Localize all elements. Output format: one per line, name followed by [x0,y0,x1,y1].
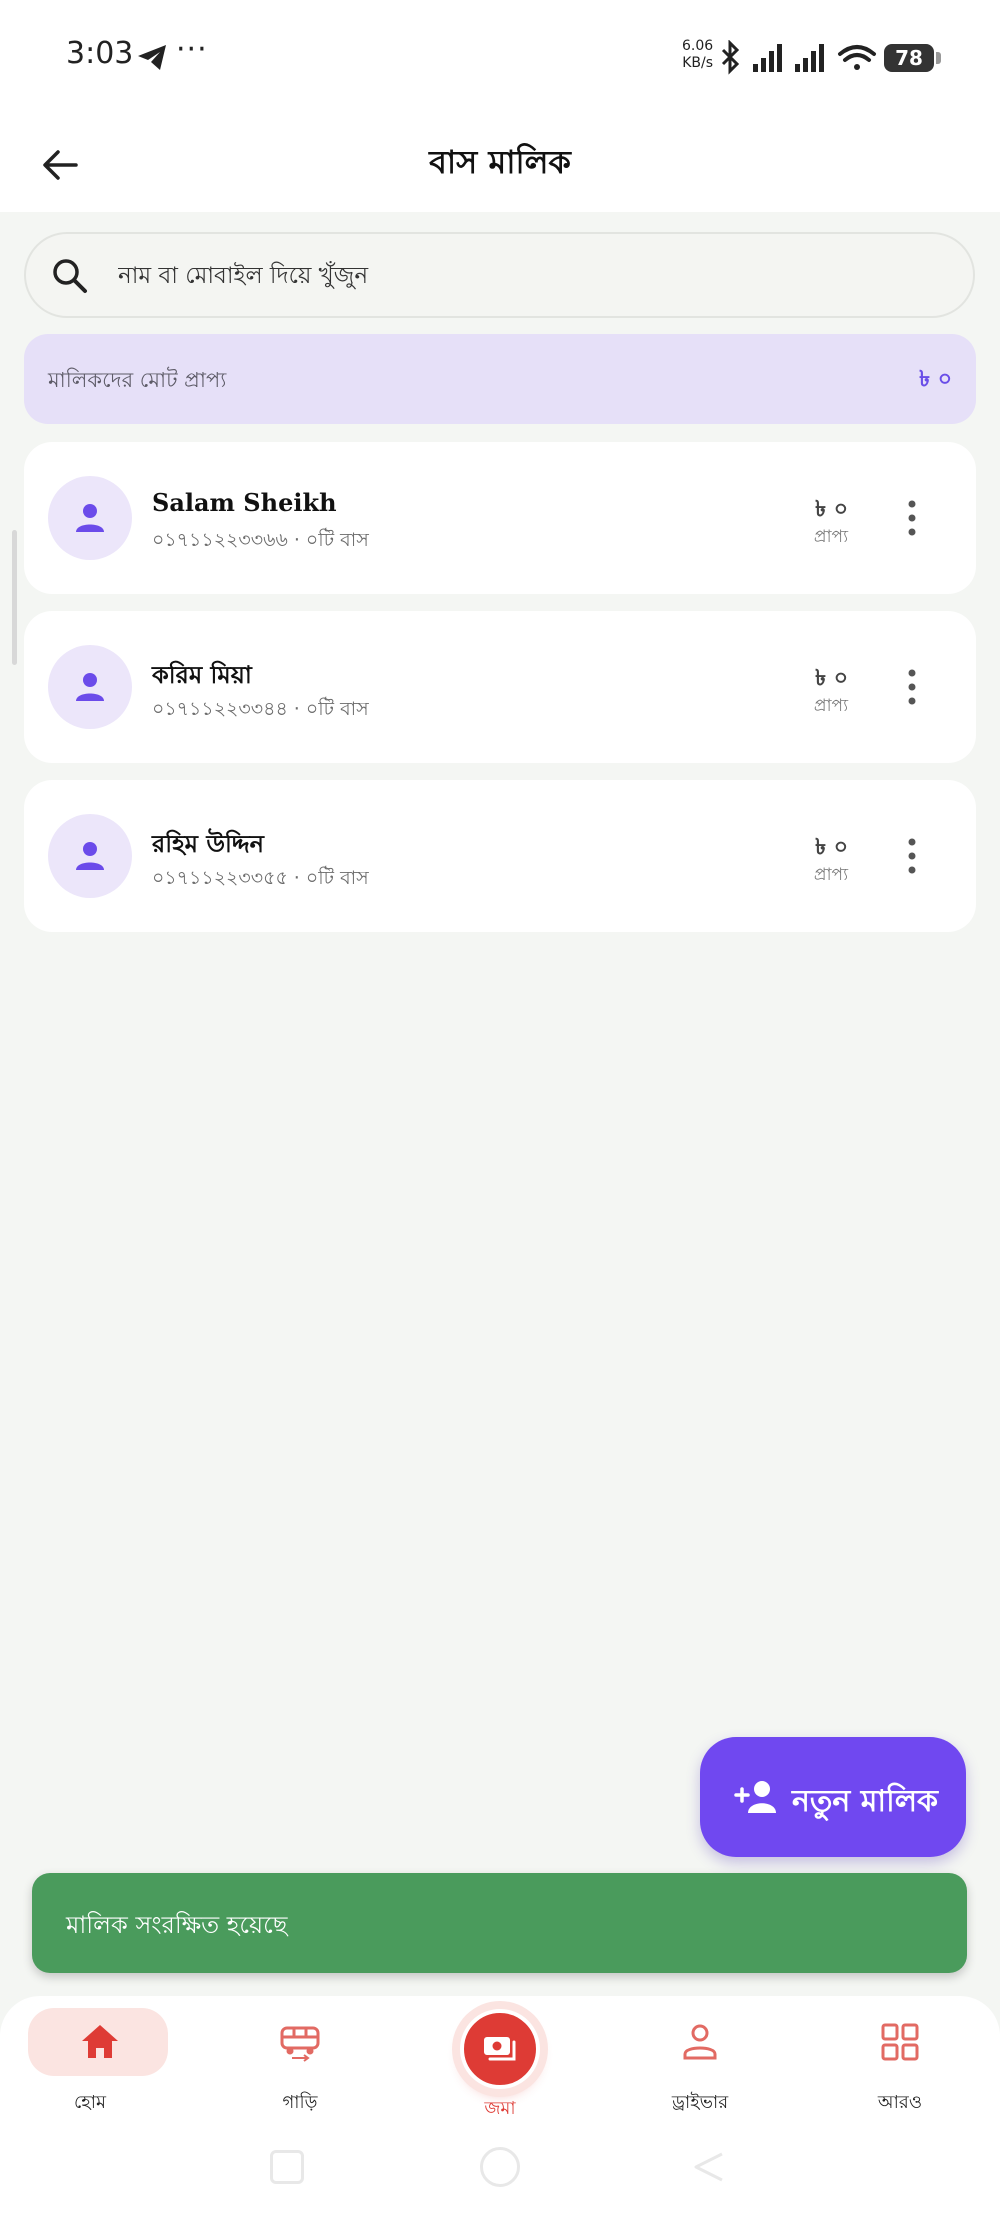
snackbar-message: মালিক সংরক্ষিত হয়েছে [66,1911,288,1939]
bottom-navigation: হোম গাড়ি জমা ড্রাইভার আরও [0,1996,1000,2120]
owner-amount-label: প্রাপ্য [813,865,848,885]
status-time: 3:03 [66,36,134,71]
deposit-button[interactable] [460,2009,540,2089]
owner-card[interactable]: করিম মিয়া ০১৭১১২২৩৩৪৪ · ০টি বাস ৳ ০ প্র… [24,611,976,763]
person-outline-icon [683,2024,717,2060]
grid-icon [881,2023,919,2061]
person-add-icon [734,1781,776,1813]
more-vert-icon[interactable] [902,667,922,707]
nav-label-driver: ড্রাইভার [671,2092,729,2113]
person-icon [76,842,104,870]
nav-label-home: হোম [74,2092,106,2113]
owner-amount-label: প্রাপ্য [813,696,848,716]
net-speed: 6.06 KB/s [682,38,714,71]
bus-icon [280,2026,320,2062]
system-back-icon[interactable] [692,2150,726,2184]
wifi-icon [838,45,876,70]
owner-card[interactable]: Salam Sheikh ০১৭১১২২৩৩৬৬ · ০টি বাস ৳ ০ প… [24,442,976,594]
payments-icon [484,2037,516,2061]
bluetooth-icon [721,40,740,75]
search-input[interactable] [118,252,918,300]
summary-value: ৳ ০ [919,367,952,392]
nav-label-more: আরও [877,2092,923,2113]
person-icon [76,504,104,532]
scrollbar[interactable] [12,530,17,665]
owner-amount-label: প্রাপ্য [813,527,848,547]
search-bar[interactable] [24,232,975,318]
home-circle-icon[interactable] [480,2147,520,2187]
person-icon [76,673,104,701]
owner-meta: ০১৭১১২২৩৩৫৫ · ০টি বাস [152,867,369,889]
status-bar: 3:03 ··· 6.06 KB/s 78 [0,0,1000,115]
owner-name: করিম মিয়া [152,660,252,689]
avatar [48,645,132,729]
owner-meta: ০১৭১১২২৩৩৪৪ · ০টি বাস [152,698,369,720]
add-owner-button[interactable]: নতুন মালিক [700,1737,966,1857]
total-due-summary: মালিকদের মোট প্রাপ্য ৳ ০ [24,334,976,424]
battery-icon: 78 [884,44,941,72]
snackbar: মালিক সংরক্ষিত হয়েছে [32,1873,967,1973]
add-owner-label: নতুন মালিক [792,1784,939,1819]
system-navigation-bar [0,2120,1000,2225]
nav-item-more[interactable]: আরও [810,1996,990,2120]
owner-name: Salam Sheikh [152,488,337,517]
page-title: বাস মালিক [429,143,571,181]
status-more-dots: ··· [176,32,208,67]
owner-meta: ০১৭১১২২৩৩৬৬ · ০টি বাস [152,529,369,551]
cellular-signal-icon [753,44,824,72]
avatar [48,814,132,898]
nav-item-vehicles[interactable]: গাড়ি [210,1996,390,2120]
recents-icon[interactable] [270,2150,304,2184]
more-vert-icon[interactable] [902,836,922,876]
owner-name: রহিম উদ্দিন [152,829,265,858]
nav-item-driver[interactable]: ড্রাইভার [610,1996,790,2120]
more-vert-icon[interactable] [902,498,922,538]
search-icon [53,259,87,293]
nav-label-vehicles: গাড়ি [282,2092,318,2113]
telegram-icon [138,45,166,70]
home-icon [82,2025,118,2058]
nav-item-home[interactable]: হোম [0,1996,180,2120]
app-bar: বাস মালিক [0,115,1000,212]
summary-label: মালিকদের মোট প্রাপ্য [48,368,227,392]
avatar [48,476,132,560]
owner-card[interactable]: রহিম উদ্দিন ০১৭১১২২৩৩৫৫ · ০টি বাস ৳ ০ প্… [24,780,976,932]
